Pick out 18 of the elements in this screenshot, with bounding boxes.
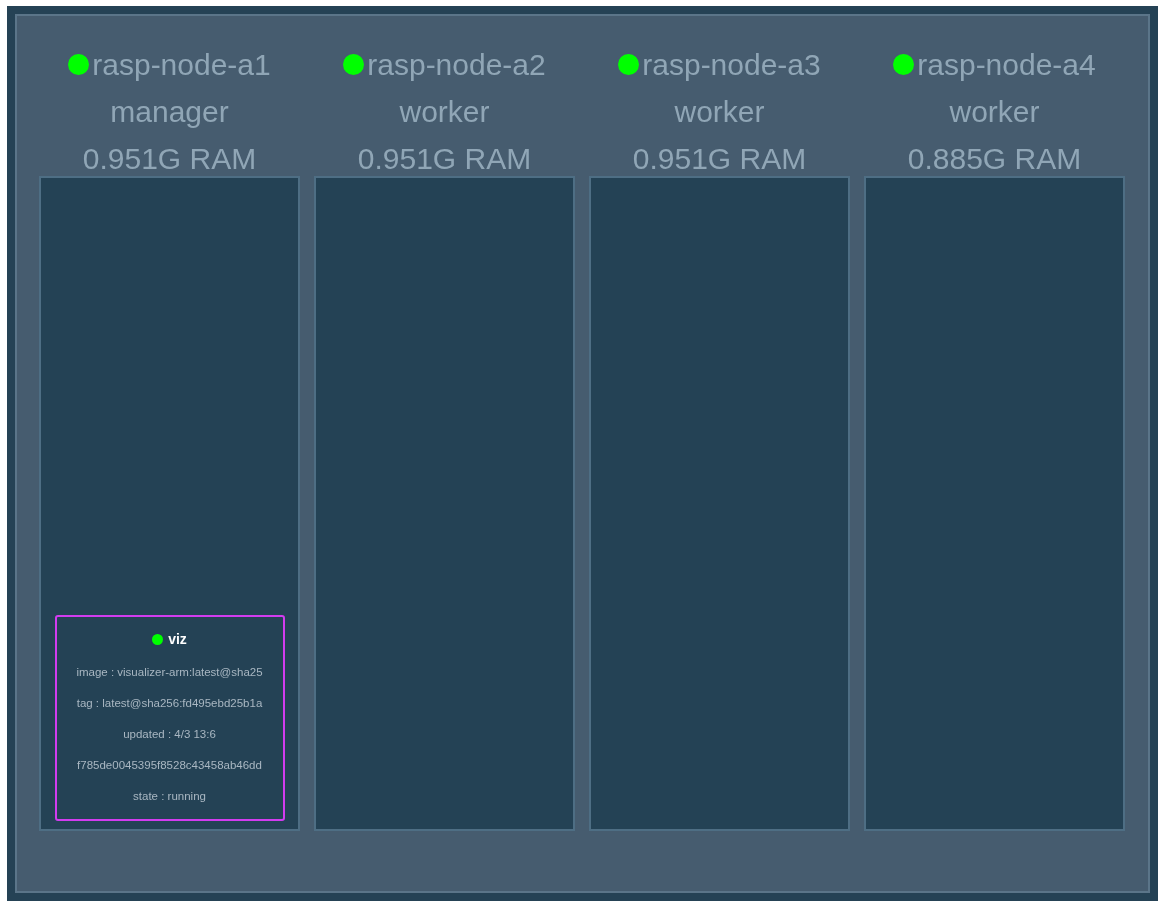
task-detail: f785de0045395f8528c43458ab46dd: [77, 758, 262, 773]
task-name: viz: [168, 631, 187, 647]
node-ram: 0.951G RAM: [632, 141, 807, 177]
node-name: rasp-node-a2: [367, 47, 546, 83]
node-name: rasp-node-a4: [917, 47, 1096, 83]
node-role: worker: [674, 94, 765, 130]
node-ram: 0.885G RAM: [907, 141, 1082, 177]
node-ram: 0.951G RAM: [82, 141, 257, 177]
task-detail: image : visualizer-arm:latest@sha25: [76, 665, 263, 680]
task-detail: tag : latest@sha256:fd495ebd25b1a: [76, 696, 263, 711]
node-role: manager: [110, 94, 229, 130]
node-name: rasp-node-a1: [92, 47, 271, 83]
node-role: worker: [949, 94, 1040, 130]
node-role: worker: [399, 94, 490, 130]
task-detail: updated : 4/3 13:6: [123, 727, 216, 742]
node-name: rasp-node-a3: [642, 47, 821, 83]
node-ram: 0.951G RAM: [357, 141, 532, 177]
task-detail: state : running: [133, 789, 206, 804]
